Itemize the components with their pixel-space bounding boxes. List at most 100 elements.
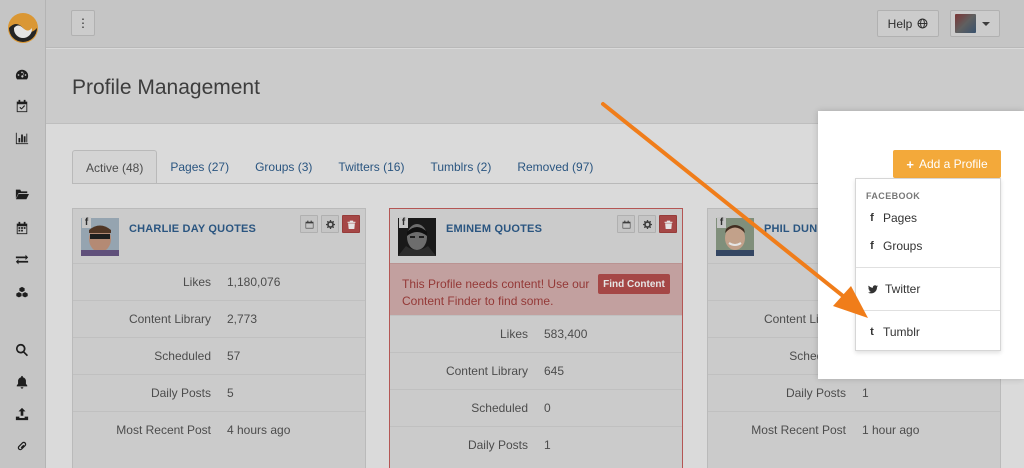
- stat-value: 57: [227, 349, 241, 363]
- top-bar: ⋮ Help: [46, 0, 1024, 48]
- stat-row-daily-posts: Daily Posts 5: [73, 374, 365, 411]
- page-title: Profile Management: [72, 76, 260, 99]
- tab-twitters[interactable]: Twitters (16): [325, 150, 417, 184]
- vertical-dots-icon: ⋮: [77, 16, 89, 30]
- trash-icon: [347, 220, 355, 229]
- tab-removed[interactable]: Removed (97): [504, 150, 606, 184]
- stat-value: 583,400: [544, 327, 588, 341]
- stat-value: 1: [544, 438, 551, 452]
- menu-item-label: Twitter: [885, 282, 921, 296]
- card-tools: [617, 215, 677, 233]
- help-button[interactable]: Help: [877, 10, 939, 37]
- highlight-panel: 52 + Add a Profile FACEBOOK f Pages f Gr…: [818, 111, 1024, 379]
- user-menu-button[interactable]: [950, 10, 1000, 37]
- search-icon[interactable]: [13, 341, 31, 359]
- bell-icon[interactable]: [13, 373, 31, 391]
- link-icon[interactable]: [13, 437, 31, 455]
- stat-label: Most Recent Post: [116, 423, 211, 437]
- card-tools: [300, 215, 360, 233]
- stat-label: Most Recent Post: [751, 423, 846, 437]
- menu-item-label: Groups: [883, 239, 923, 253]
- dashboard-icon[interactable]: [13, 66, 31, 84]
- tab-pages[interactable]: Pages (27): [157, 150, 242, 184]
- stat-row-most-recent-post: Most Recent Post 4 hours ago: [73, 411, 365, 448]
- folder-icon[interactable]: [13, 185, 31, 203]
- calendar-icon[interactable]: [13, 219, 31, 237]
- needs-content-alert: This Profile needs content! Use our Cont…: [390, 263, 682, 315]
- menu-item-tumblr[interactable]: t Tumblr: [868, 325, 920, 339]
- stat-value: 645: [544, 364, 565, 378]
- caret-down-icon: [982, 21, 990, 26]
- stat-label: Scheduled: [471, 401, 528, 415]
- tab-tumblrs[interactable]: Tumblrs (2): [417, 150, 504, 184]
- find-content-button[interactable]: Find Content: [598, 274, 670, 294]
- card-header: f CHARLIE DAY QUOTES: [73, 209, 365, 263]
- calendar-icon: [622, 220, 630, 228]
- tab-active[interactable]: Active (48): [72, 150, 158, 184]
- stat-row-likes: Likes 583,400: [390, 315, 682, 352]
- stat-value: 4 hours ago: [227, 423, 291, 437]
- card-header: f EMINEM QUOTES: [390, 209, 682, 263]
- stat-label: Content Library: [445, 364, 528, 378]
- profile-tabs: Active (48) Pages (27) Groups (3) Twitte…: [72, 150, 606, 184]
- stat-value: 2,773: [227, 312, 258, 326]
- stat-label: Daily Posts: [150, 386, 211, 400]
- stat-row-daily-posts: Daily Posts 1: [708, 374, 1000, 411]
- trash-icon: [664, 220, 672, 229]
- menu-item-label: Tumblr: [883, 325, 920, 339]
- cubes-icon[interactable]: [13, 284, 31, 302]
- globe-icon: [917, 18, 928, 29]
- facebook-icon: f: [717, 217, 726, 228]
- help-label: Help: [887, 16, 913, 31]
- calendar-check-icon[interactable]: [13, 97, 31, 115]
- bar-chart-icon[interactable]: [13, 129, 31, 147]
- exchange-icon[interactable]: [13, 251, 31, 269]
- tumblr-icon: t: [870, 326, 874, 338]
- app-logo[interactable]: [7, 12, 39, 44]
- profile-card: f CHARLIE DAY QUOTES Likes 1,180,076 Cont…: [72, 208, 366, 468]
- schedule-button[interactable]: [300, 215, 318, 233]
- stat-value: 0: [544, 401, 551, 415]
- twitter-icon: [868, 284, 878, 293]
- stat-row-most-recent-post: Most Recent Post 1 hour ago: [708, 411, 1000, 448]
- calendar-icon: [305, 220, 313, 228]
- menu-item-twitter[interactable]: Twitter: [868, 282, 920, 296]
- stat-row-content-library: Content Library 2,773: [73, 300, 365, 337]
- facebook-icon: f: [870, 240, 874, 252]
- stat-label: Likes: [182, 275, 211, 289]
- stat-label: Scheduled: [154, 349, 211, 363]
- profile-name[interactable]: EMINEM QUOTES: [446, 223, 542, 235]
- add-profile-button[interactable]: + Add a Profile: [893, 150, 1001, 178]
- menu-divider: [856, 310, 1000, 311]
- facebook-icon: f: [399, 217, 408, 228]
- stat-row-daily-posts: Daily Posts 1: [390, 426, 682, 463]
- profile-name[interactable]: CHARLIE DAY QUOTES: [129, 223, 256, 235]
- stat-row-likes: Likes 1,180,076: [73, 263, 365, 300]
- menu-button[interactable]: ⋮: [71, 10, 95, 36]
- facebook-icon: f: [870, 212, 874, 224]
- alert-text: This Profile needs content! Use our Cont…: [402, 277, 590, 308]
- delete-button[interactable]: [659, 215, 677, 233]
- upload-icon[interactable]: [13, 405, 31, 423]
- tab-groups[interactable]: Groups (3): [242, 150, 325, 184]
- schedule-button[interactable]: [617, 215, 635, 233]
- menu-divider: [856, 267, 1000, 268]
- stat-label: Daily Posts: [467, 438, 528, 452]
- delete-button[interactable]: [342, 215, 360, 233]
- gear-icon: [642, 219, 652, 229]
- stat-value: 1: [862, 386, 869, 400]
- user-avatar: [955, 14, 976, 33]
- facebook-icon: f: [82, 217, 91, 228]
- menu-item-facebook-pages[interactable]: f Pages: [868, 211, 917, 225]
- stat-label: Likes: [499, 327, 528, 341]
- add-profile-menu: FACEBOOK f Pages f Groups Twitter t Tumb…: [855, 178, 1001, 351]
- gear-icon: [325, 219, 335, 229]
- stat-value: 1,180,076: [227, 275, 281, 289]
- settings-button[interactable]: [638, 215, 656, 233]
- stat-row-content-library: Content Library 645: [390, 352, 682, 389]
- stat-value: 5: [227, 386, 234, 400]
- menu-item-facebook-groups[interactable]: f Groups: [868, 239, 922, 253]
- settings-button[interactable]: [321, 215, 339, 233]
- add-profile-label: Add a Profile: [918, 157, 988, 171]
- stat-label: Content Library: [128, 312, 211, 326]
